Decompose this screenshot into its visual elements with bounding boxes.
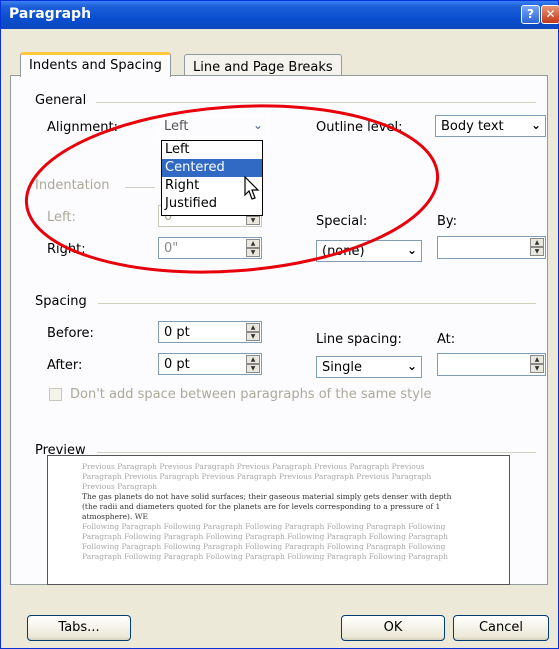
preview-previous-line: Previous Paragraph Previous Paragraph Pr… <box>82 462 425 471</box>
spacing-divider <box>98 303 536 304</box>
preview-pane: Previous Paragraph Previous Paragraph Pr… <box>47 455 510 585</box>
tab-label: Indents and Spacing <box>29 58 162 73</box>
indent-right-label: Right: <box>47 242 86 257</box>
line-spacing-value: Single <box>322 360 362 375</box>
preview-body-line: (the radii and diameters quoted for the … <box>82 502 441 511</box>
alignment-value: Left <box>164 119 189 134</box>
by-label: By: <box>437 214 458 229</box>
at-label: At: <box>437 332 456 347</box>
chevron-down-icon: ⌄ <box>406 359 417 373</box>
indent-right-spinner[interactable]: 0" ▲ ▼ <box>158 237 262 259</box>
preview-following-line: Paragraph Following Paragraph Following … <box>82 532 448 541</box>
outline-level-select[interactable]: Body text ⌄ <box>435 115 546 137</box>
spin-down-icon[interactable]: ▼ <box>246 216 260 225</box>
preview-body-line: atmosphere). WE <box>82 512 148 521</box>
preview-previous-line: Paragraph Previous Paragraph Previous Pa… <box>82 472 432 481</box>
tabs-button[interactable]: Tabs... <box>27 615 131 641</box>
at-spinner[interactable]: ▲ ▼ <box>437 353 546 376</box>
spin-down-icon[interactable]: ▼ <box>530 364 544 373</box>
spacing-before-value: 0 pt <box>164 325 190 340</box>
dont-add-space-label: Don't add space between paragraphs of th… <box>70 387 432 402</box>
spacing-after-label: After: <box>47 358 83 373</box>
outline-level-value: Body text <box>441 119 504 134</box>
help-button[interactable]: ? <box>521 5 540 24</box>
spin-up-icon[interactable]: ▲ <box>246 239 260 248</box>
dont-add-space-checkbox[interactable] <box>49 388 62 401</box>
line-spacing-label: Line spacing: <box>316 332 402 347</box>
title-bar[interactable]: Paragraph ? ✕ <box>1 1 559 29</box>
ok-button[interactable]: OK <box>341 615 445 641</box>
alignment-option-centered[interactable]: Centered <box>162 159 262 177</box>
spin-down-icon[interactable]: ▼ <box>246 332 260 341</box>
line-spacing-select[interactable]: Single ⌄ <box>316 356 422 378</box>
special-select[interactable]: (none) ⌄ <box>316 240 422 262</box>
preview-following-line: Paragraph Following Paragraph Following … <box>82 552 448 561</box>
indentation-heading: Indentation <box>35 178 110 193</box>
indent-left-label: Left: <box>47 210 76 225</box>
outline-level-label: Outline level: <box>316 120 403 135</box>
spin-down-icon[interactable]: ▼ <box>530 247 544 256</box>
general-heading: General <box>35 93 87 108</box>
spacing-heading: Spacing <box>35 294 87 309</box>
preview-body-line: The gas planets do not have solid surfac… <box>82 492 452 501</box>
preview-following-line: Following Paragraph Following Paragraph … <box>82 542 446 551</box>
by-spinner[interactable]: ▲ ▼ <box>437 236 546 259</box>
spin-down-icon[interactable]: ▼ <box>246 364 260 373</box>
general-divider <box>96 102 536 103</box>
spin-up-icon[interactable]: ▲ <box>246 355 260 364</box>
alignment-label: Alignment: <box>47 120 118 135</box>
alignment-option-left[interactable]: Left <box>162 141 262 159</box>
spin-down-icon[interactable]: ▼ <box>246 248 260 257</box>
chevron-down-icon: ⌄ <box>530 118 541 132</box>
spin-up-icon[interactable]: ▲ <box>530 355 544 364</box>
close-button[interactable]: ✕ <box>541 5 559 24</box>
chevron-down-icon: ⌄ <box>252 118 263 132</box>
preview-divider <box>97 452 536 453</box>
spacing-after-spinner[interactable]: 0 pt ▲ ▼ <box>158 353 262 375</box>
dialog-title: Paragraph <box>9 6 92 22</box>
special-value: (none) <box>322 244 365 259</box>
cancel-button[interactable]: Cancel <box>453 615 549 641</box>
spin-up-icon[interactable]: ▲ <box>530 238 544 247</box>
indentation-divider <box>125 187 155 188</box>
special-label: Special: <box>316 214 368 229</box>
tab-indents-and-spacing[interactable]: Indents and Spacing <box>20 52 171 77</box>
preview-following-line: Following Paragraph Following Paragraph … <box>82 522 446 531</box>
alignment-select[interactable]: Left ⌄ <box>158 115 268 137</box>
indent-right-value: 0" <box>164 241 179 256</box>
spacing-before-spinner[interactable]: 0 pt ▲ ▼ <box>158 321 262 343</box>
spacing-before-label: Before: <box>47 326 94 341</box>
tab-label: Line and Page Breaks <box>193 60 333 75</box>
chevron-down-icon: ⌄ <box>406 243 417 257</box>
preview-previous-line: Previous Paragraph <box>82 482 158 491</box>
spin-up-icon[interactable]: ▲ <box>246 323 260 332</box>
mouse-cursor-icon <box>244 176 260 200</box>
spacing-after-value: 0 pt <box>164 357 190 372</box>
